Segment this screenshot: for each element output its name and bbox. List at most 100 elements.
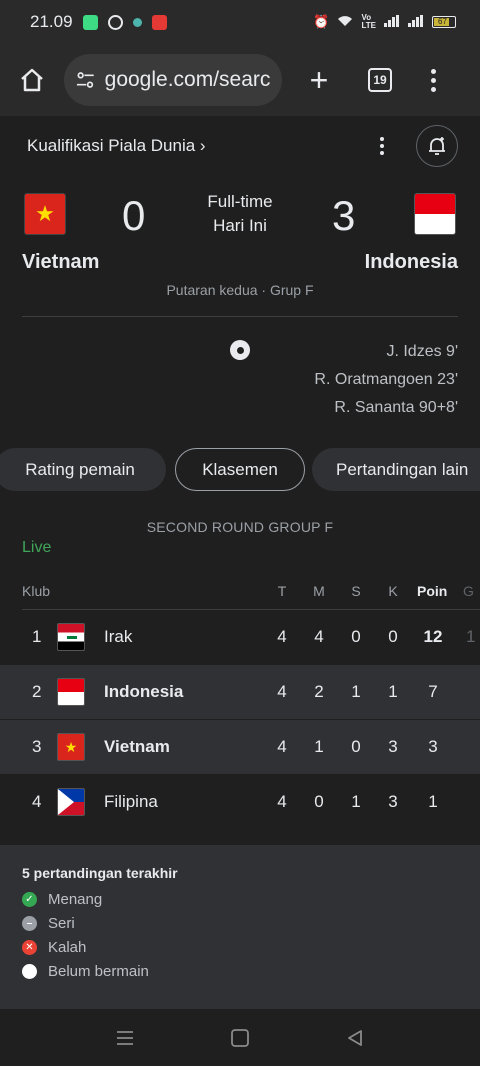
row-k: 3: [388, 792, 398, 811]
wifi-icon: [337, 15, 353, 30]
header-s: S: [351, 583, 361, 599]
chip-other-matches[interactable]: Pertandingan lain: [312, 448, 480, 491]
home-nav-button[interactable]: [229, 1027, 251, 1049]
live-label: Live: [22, 539, 52, 556]
recent-apps-button[interactable]: [114, 1027, 136, 1049]
scorer-item: J. Idzes 9': [386, 343, 458, 360]
row-k: 3: [388, 737, 398, 756]
scorer-item: R. Oratmangoen 23': [314, 371, 458, 388]
status-time: 21.09: [30, 12, 73, 31]
status-bar: 21.09 ⏰ Vo LTE 67: [0, 0, 480, 44]
vietnam-flag: ★: [57, 733, 85, 761]
match-status-line2: Hari Ini: [213, 216, 267, 235]
volte-icon: Vo LTE: [361, 13, 376, 30]
row-rank: 4: [32, 792, 42, 811]
legend-label: Kalah: [48, 938, 87, 956]
app-notification-icon: [82, 14, 98, 30]
away-score: 3: [332, 192, 356, 239]
row-club: Indonesia: [104, 682, 184, 701]
legend-label: Seri: [48, 914, 75, 932]
round-info: Putaran kedua · Grup F: [166, 282, 314, 298]
row-m: 0: [314, 792, 324, 811]
table-row[interactable]: 3 ★ Vietnam 4 1 0 3 3: [0, 720, 480, 774]
competition-header: Kualifikasi Piala Dunia ›: [0, 122, 480, 170]
legend-item-loss: ✕ Kalah: [22, 935, 458, 959]
table-header: Klub T M S K Poin G: [0, 579, 480, 609]
back-button[interactable]: [344, 1027, 366, 1049]
x-icon: ✕: [22, 939, 37, 955]
more-options-button[interactable]: [380, 137, 384, 155]
recycle-notification-icon: [107, 14, 123, 30]
vietnam-flag[interactable]: ★: [24, 193, 66, 235]
url-text: google.com/search: [104, 68, 270, 91]
battery-level: 67: [438, 17, 447, 26]
screen-record-icon: [151, 14, 167, 30]
away-team-name[interactable]: Indonesia: [365, 251, 458, 274]
row-poin: 12: [423, 627, 443, 646]
iraq-flag: [57, 623, 85, 651]
indonesia-flag[interactable]: [414, 193, 456, 235]
row-poin: 1: [428, 792, 438, 811]
row-t: 4: [277, 682, 287, 701]
site-settings-icon[interactable]: [76, 71, 95, 89]
row-club: Vietnam: [104, 737, 170, 756]
menu-icon: [117, 1031, 133, 1045]
tab-chips: Rating pemain Klasemen Pertandingan lain: [0, 448, 480, 492]
scorer-item: R. Sananta 90+8': [334, 399, 458, 416]
standings-table: SECOND ROUND GROUP F Live Klub T M S K P…: [0, 505, 480, 845]
legend-label: Menang: [48, 890, 103, 908]
browser-menu-button[interactable]: [430, 68, 436, 92]
home-team-name[interactable]: Vietnam: [22, 251, 99, 274]
form-legend: 5 pertandingan terakhir ✓ Menang – Seri …: [0, 845, 480, 1009]
row-club: Irak: [104, 627, 133, 646]
legend-title: 5 pertandingan terakhir: [22, 865, 178, 881]
home-button[interactable]: [16, 64, 48, 96]
row-s: 0: [351, 627, 361, 646]
legend-item-not-played: Belum bermain: [22, 959, 458, 983]
new-tab-button[interactable]: +: [304, 64, 334, 96]
header-poin: Poin: [417, 583, 448, 599]
row-rank: 3: [32, 737, 42, 756]
philippines-flag: [57, 788, 85, 816]
row-poin: 3: [428, 737, 438, 756]
table-row[interactable]: 2 Indonesia 4 2 1 1 7: [0, 665, 480, 719]
alarm-icon: ⏰: [313, 14, 330, 29]
group-title: SECOND ROUND GROUP F: [146, 519, 334, 535]
competition-link[interactable]: Kualifikasi Piala Dunia ›: [27, 136, 206, 156]
divider: [22, 316, 458, 317]
row-m: 1: [314, 737, 324, 756]
row-m: 4: [314, 627, 324, 646]
home-icon: [21, 68, 43, 92]
row-poin: 7: [428, 682, 438, 701]
row-s: 1: [351, 682, 361, 701]
signal-icon-2: [408, 14, 424, 30]
row-rank: 1: [32, 627, 42, 646]
legend-label: Belum bermain: [48, 962, 149, 980]
circle-icon: [22, 963, 37, 979]
check-icon: ✓: [22, 891, 37, 907]
bell-add-icon: [429, 137, 445, 155]
row-s: 1: [351, 792, 361, 811]
tab-switcher-button[interactable]: 19: [368, 68, 392, 92]
indonesia-flag: [57, 678, 85, 706]
header-t: T: [277, 583, 287, 599]
legend-item-win: ✓ Menang: [22, 887, 458, 911]
chip-player-rating[interactable]: Rating pemain: [0, 448, 166, 491]
table-row[interactable]: 1 Irak 4 4 0 0 12 1: [0, 610, 480, 664]
back-triangle-icon: [348, 1030, 362, 1046]
row-k: 1: [388, 682, 398, 701]
system-nav-bar: [0, 1009, 480, 1066]
row-m: 2: [314, 682, 324, 701]
row-t: 4: [277, 627, 287, 646]
browser-toolbar: google.com/search + 19: [0, 44, 480, 116]
soccer-ball-icon: [230, 340, 250, 360]
header-g: G: [463, 583, 474, 599]
row-g: 1: [466, 627, 476, 646]
dot-notification-icon: [132, 17, 142, 27]
table-row[interactable]: 4 Filipina 4 0 1 3 1: [0, 775, 480, 829]
row-s: 0: [351, 737, 361, 756]
address-bar[interactable]: google.com/search: [64, 54, 282, 106]
notification-bell-button[interactable]: [416, 125, 458, 167]
match-status: Full-time Hari Ini: [180, 190, 300, 238]
chip-standings[interactable]: Klasemen: [175, 448, 305, 491]
